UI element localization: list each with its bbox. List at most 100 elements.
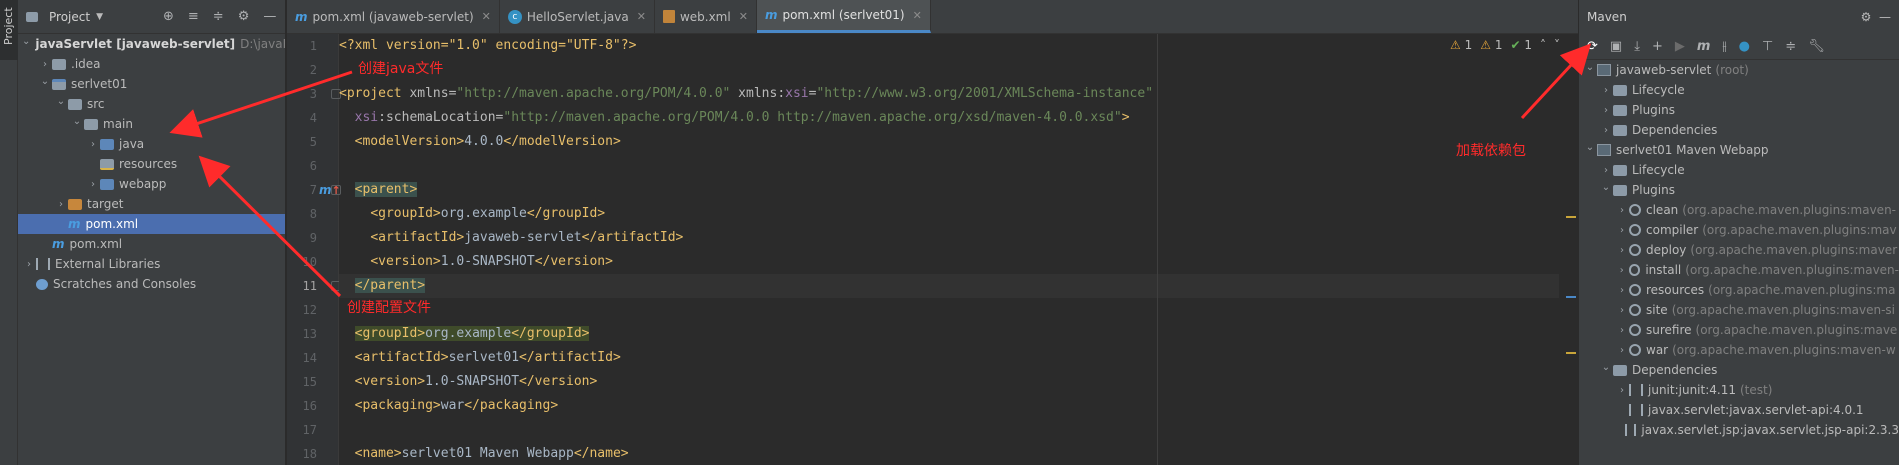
chevron-right-icon[interactable]: ›: [1615, 345, 1629, 356]
ok-count[interactable]: ✔ 1: [1510, 38, 1532, 52]
chevron-down-icon[interactable]: ⌄: [1583, 142, 1597, 153]
chevron-right-icon[interactable]: ›: [1599, 105, 1613, 116]
close-icon[interactable]: ✕: [637, 10, 646, 23]
maven-tree-item[interactable]: javax.servlet.jsp:javax.servlet.jsp-api:…: [1579, 420, 1899, 440]
chevron-down-icon[interactable]: ⌄: [22, 36, 30, 47]
run-icon[interactable]: ▶: [1675, 39, 1685, 54]
chevron-right-icon[interactable]: ›: [1615, 385, 1629, 396]
maven-tree-item[interactable]: › resources (org.apache.maven.plugins:ma: [1579, 280, 1899, 300]
maven-tree-item[interactable]: › surefire (org.apache.maven.plugins:mave: [1579, 320, 1899, 340]
warning-count-a[interactable]: ⚠ 1: [1450, 38, 1472, 52]
project-tool-tab[interactable]: Project: [0, 0, 18, 60]
expand-all-icon[interactable]: ≡: [188, 9, 199, 24]
maven-tree-item[interactable]: › junit:junit:4.11 (test): [1579, 380, 1899, 400]
maven-tree-item[interactable]: ⌄ Plugins: [1579, 180, 1899, 200]
chevron-right-icon[interactable]: ›: [1599, 125, 1613, 136]
wrench-icon[interactable]: 🔧︎: [1808, 39, 1825, 54]
chevron-right-icon[interactable]: ›: [54, 199, 68, 210]
maven-tree-item[interactable]: ⌄ javaweb-servlet (root): [1579, 60, 1899, 80]
skip-tests-icon[interactable]: ●: [1739, 39, 1750, 54]
warning-count-b[interactable]: ⚠ 1: [1480, 38, 1502, 52]
maven-tree-item[interactable]: › install (org.apache.maven.plugins:maven-: [1579, 260, 1899, 280]
maven-tree-item[interactable]: › Lifecycle: [1579, 160, 1899, 180]
maven-tree-item[interactable]: › compiler (org.apache.maven.plugins:mav: [1579, 220, 1899, 240]
project-panel-title[interactable]: Project: [49, 10, 90, 24]
minimize-icon[interactable]: —: [263, 9, 276, 24]
gear-icon[interactable]: ⚙: [238, 9, 250, 24]
plus-icon[interactable]: +: [1652, 39, 1663, 54]
maven-tree-item[interactable]: javax.servlet:javax.servlet-api:4.0.1: [1579, 400, 1899, 420]
chevron-right-icon[interactable]: ›: [1615, 205, 1629, 216]
project-tree-item-label: pom.xml: [69, 237, 123, 251]
chevron-down-icon[interactable]: ⌄: [70, 116, 84, 127]
project-tree-item[interactable]: ⌄ serlvet01: [18, 74, 285, 94]
chevron-right-icon[interactable]: ›: [38, 59, 52, 70]
project-tree-item[interactable]: › target: [18, 194, 285, 214]
close-icon[interactable]: ✕: [739, 10, 748, 23]
chevron-right-icon[interactable]: ›: [1615, 325, 1629, 336]
code-view[interactable]: <?xml version="1.0" encoding="UTF-8"?> <…: [339, 34, 1559, 465]
chevron-down-icon[interactable]: ▼: [96, 12, 103, 22]
inspection-widget[interactable]: ⚠ 1 ⚠ 1 ✔ 1 ˄ ˅: [1450, 38, 1560, 52]
maven-tree-item[interactable]: ⌄ serlvet01 Maven Webapp: [1579, 140, 1899, 160]
project-tree-item[interactable]: › java: [18, 134, 285, 154]
project-tree-item[interactable]: › .idea: [18, 54, 285, 74]
chevron-down-icon[interactable]: ⌄: [1599, 182, 1613, 193]
annotation-load-deps: 加载依赖包: [1456, 143, 1526, 159]
show-dependencies-icon[interactable]: ⊤: [1762, 39, 1773, 54]
chevron-down-icon[interactable]: ⌄: [1599, 362, 1613, 373]
chevron-right-icon[interactable]: ›: [1615, 285, 1629, 296]
maven-tree-item[interactable]: › Dependencies: [1579, 120, 1899, 140]
chevron-down-icon[interactable]: ⌄: [1583, 62, 1597, 73]
maven-tree-item[interactable]: › clean (org.apache.maven.plugins:maven-: [1579, 200, 1899, 220]
collapse-all-icon[interactable]: ≑: [1785, 39, 1796, 54]
close-icon[interactable]: ✕: [482, 10, 491, 23]
editor-tab[interactable]: m pom.xml (serlvet01) ✕: [756, 0, 931, 33]
chevron-down-icon[interactable]: ⌄: [38, 76, 52, 87]
chevron-right-icon[interactable]: ›: [86, 179, 100, 190]
editor-scrollbar[interactable]: [1564, 34, 1578, 465]
chevron-right-icon[interactable]: ›: [1615, 265, 1629, 276]
chevron-right-icon[interactable]: ›: [1615, 245, 1629, 256]
maven-tree-item[interactable]: ⌄ Dependencies: [1579, 360, 1899, 380]
chevron-up-icon[interactable]: ˄: [1540, 38, 1546, 52]
maven-tree-item[interactable]: › site (org.apache.maven.plugins:maven-si: [1579, 300, 1899, 320]
editor-tab[interactable]: web.xml ✕: [655, 0, 757, 33]
folder-icon: [1613, 164, 1627, 176]
project-tree-item[interactable]: ⌄ javaServlet [javaweb-servlet] D:\javaR: [18, 34, 285, 54]
project-tree-item[interactable]: m pom.xml: [18, 214, 285, 234]
add-folder-icon[interactable]: ▣: [1610, 39, 1622, 54]
maven-tree-item[interactable]: › war (org.apache.maven.plugins:maven-w: [1579, 340, 1899, 360]
locate-icon[interactable]: ⊕: [163, 9, 174, 24]
maven-tree-item[interactable]: › Plugins: [1579, 100, 1899, 120]
project-tree-item[interactable]: › External Libraries: [18, 254, 285, 274]
editor-tab[interactable]: c HelloServlet.java ✕: [500, 0, 655, 33]
plugin-icon: [1629, 284, 1641, 296]
reload-icon[interactable]: ⟳: [1587, 39, 1598, 54]
maven-tree-item[interactable]: › Lifecycle: [1579, 80, 1899, 100]
project-tree-item[interactable]: m pom.xml: [18, 234, 285, 254]
chevron-down-icon[interactable]: ⌄: [54, 96, 68, 107]
chevron-right-icon[interactable]: ›: [1599, 85, 1613, 96]
chevron-right-icon[interactable]: ›: [86, 139, 100, 150]
chevron-right-icon[interactable]: ›: [1599, 165, 1613, 176]
chevron-right-icon[interactable]: ›: [1615, 305, 1629, 316]
execute-goal-icon[interactable]: m: [1697, 39, 1711, 54]
minimize-icon[interactable]: —: [1879, 10, 1891, 24]
download-icon[interactable]: ⤓: [1634, 39, 1640, 54]
project-tree-item[interactable]: ⌄ main: [18, 114, 285, 134]
maven-parent-gutter-icon[interactable]: m↑: [319, 183, 341, 197]
editor-tab[interactable]: m pom.xml (javaweb-servlet) ✕: [287, 0, 500, 33]
chevron-right-icon[interactable]: ›: [22, 259, 36, 270]
project-tree-item[interactable]: ⌄ src: [18, 94, 285, 114]
project-tree-item[interactable]: Scratches and Consoles: [18, 274, 285, 294]
chevron-down-icon[interactable]: ˅: [1554, 38, 1560, 52]
gear-icon[interactable]: ⚙: [1861, 10, 1872, 24]
toggle-offline-icon[interactable]: ⫲: [1722, 39, 1726, 54]
chevron-right-icon[interactable]: ›: [1615, 225, 1629, 236]
project-tree-item[interactable]: resources: [18, 154, 285, 174]
maven-tree-item[interactable]: › deploy (org.apache.maven.plugins:maver: [1579, 240, 1899, 260]
project-tree-item[interactable]: › webapp: [18, 174, 285, 194]
close-icon[interactable]: ✕: [913, 9, 922, 22]
collapse-all-icon[interactable]: ≑: [213, 9, 224, 24]
